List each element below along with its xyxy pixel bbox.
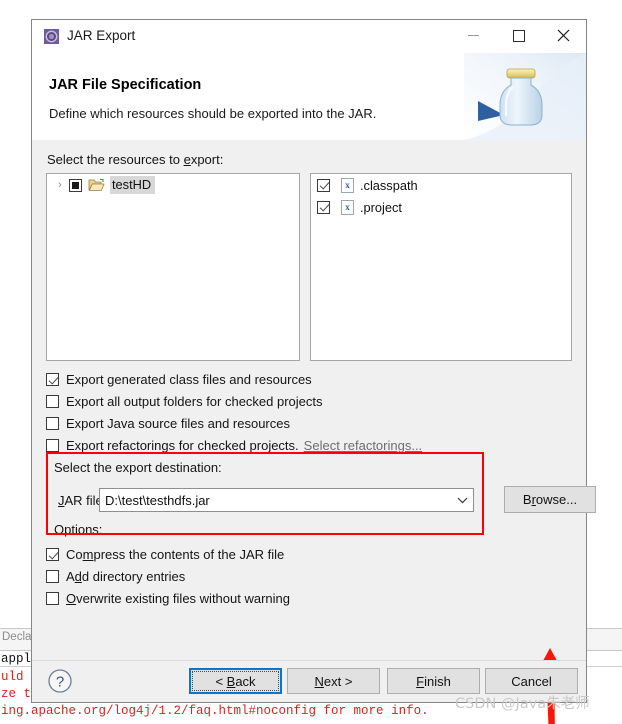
resource-list-right[interactable]: x .classpath x .project: [310, 173, 572, 361]
list-item[interactable]: x .project: [311, 196, 571, 218]
screenshot-root: Declaration application. uld be ze th in…: [0, 0, 622, 724]
list-item[interactable]: x .classpath: [311, 174, 571, 196]
list-item-checkbox[interactable]: [317, 178, 330, 192]
tree-item-testhd[interactable]: › testHD: [47, 174, 299, 196]
jar-export-icon: [44, 29, 59, 44]
open-folder-icon: [88, 178, 105, 192]
page-title: JAR File Specification: [49, 77, 202, 93]
dialog-title: JAR Export: [67, 28, 136, 43]
option-checkbox[interactable]: [46, 570, 59, 583]
chevron-down-icon[interactable]: [451, 497, 473, 504]
option-label: Export generated class files and resourc…: [66, 372, 312, 387]
help-button[interactable]: ?: [46, 667, 74, 695]
console-line-4: ing.apache.org/log4j/1.2/faq.html#noconf…: [1, 704, 429, 718]
option-label: Compress the contents of the JAR file: [66, 547, 285, 562]
option-checkbox[interactable]: [46, 548, 59, 561]
watermark: CSDN @Java朱老师: [455, 696, 590, 712]
option-checkbox[interactable]: [46, 592, 59, 605]
next-button[interactable]: Next >: [287, 668, 380, 694]
back-button-label: < Back: [215, 673, 256, 689]
option-checkbox[interactable]: [46, 395, 59, 408]
option-export-all-output-folders[interactable]: Export all output folders for checked pr…: [46, 394, 323, 409]
minimize-icon: [468, 35, 479, 36]
finish-button-label: Finish: [416, 673, 451, 689]
list-item-label: .project: [360, 199, 402, 215]
option-export-generated-class-files[interactable]: Export generated class files and resourc…: [46, 372, 312, 387]
xml-file-icon: x: [341, 177, 354, 193]
option-export-refactorings[interactable]: Export refactorings for checked projects…: [46, 438, 422, 453]
help-question-icon: ?: [48, 669, 72, 693]
option-checkbox[interactable]: [46, 373, 59, 386]
browse-button-label: Browse...: [522, 492, 578, 507]
resources-label: Select the resources to export:: [47, 152, 224, 167]
destination-label: Select the export destination:: [54, 460, 222, 475]
jar-file-input[interactable]: D:\test\testhdfs.jar: [100, 493, 451, 508]
option-compress-contents[interactable]: Compress the contents of the JAR file: [46, 547, 284, 562]
chevron-right-icon[interactable]: ›: [53, 178, 67, 192]
resource-tree-left[interactable]: › testHD: [46, 173, 300, 361]
tree-item-label: testHD: [110, 176, 156, 194]
maximize-icon: [512, 29, 525, 42]
option-overwrite-existing-files[interactable]: Overwrite existing files without warning: [46, 591, 290, 606]
page-description: Define which resources should be exporte…: [49, 106, 377, 121]
option-label: Overwrite existing files without warning: [66, 591, 290, 606]
option-label: Export refactorings for checked projects…: [66, 438, 299, 453]
close-button[interactable]: [541, 20, 586, 51]
next-button-label: Next >: [314, 673, 353, 689]
browse-button[interactable]: Browse...: [504, 486, 596, 513]
xml-file-icon: x: [341, 199, 354, 215]
option-export-java-source-files[interactable]: Export Java source files and resources: [46, 416, 290, 431]
dialog-body: Select the resources to export: › testHD: [32, 140, 596, 724]
close-icon: [557, 29, 570, 42]
minimize-button[interactable]: [451, 20, 496, 51]
cancel-button-label: Cancel: [511, 673, 552, 689]
option-label: Export Java source files and resources: [66, 416, 290, 431]
list-item-checkbox[interactable]: [317, 200, 330, 214]
options-label: Options:: [54, 522, 103, 537]
option-checkbox[interactable]: [46, 439, 59, 452]
tree-item-checkbox[interactable]: [69, 178, 82, 192]
maximize-button[interactable]: [496, 20, 541, 51]
dialog-header: JAR File Specification Define which reso…: [32, 53, 586, 141]
svg-text:?: ?: [56, 674, 64, 691]
finish-button[interactable]: Finish: [387, 668, 480, 694]
jar-file-combo[interactable]: D:\test\testhdfs.jar: [99, 488, 474, 512]
dialog-titlebar: JAR Export: [32, 20, 586, 53]
cancel-button[interactable]: Cancel: [485, 668, 578, 694]
option-label: Add directory entries: [66, 569, 186, 584]
select-refactorings-link[interactable]: Select refactorings...: [304, 438, 423, 453]
jar-export-dialog: JAR Export JAR File Specification Define…: [31, 19, 596, 724]
option-label: Export all output folders for checked pr…: [66, 394, 323, 409]
list-item-label: .classpath: [360, 177, 418, 193]
back-button[interactable]: < Back: [189, 668, 282, 694]
option-add-directory-entries[interactable]: Add directory entries: [46, 569, 185, 584]
option-checkbox[interactable]: [46, 417, 59, 430]
jar-bottle-icon: [464, 53, 586, 140]
